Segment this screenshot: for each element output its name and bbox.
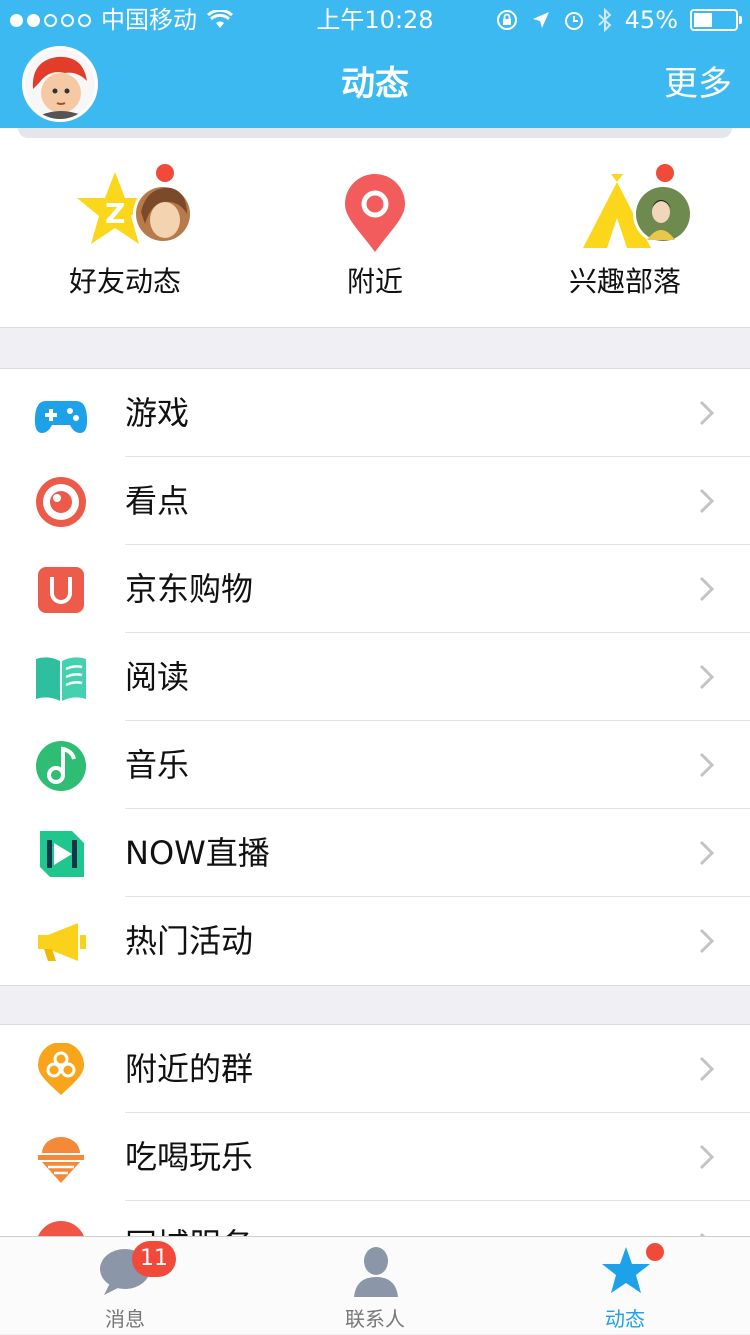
tab-label: 联系人 — [345, 1307, 405, 1331]
chevron-right-icon — [699, 840, 715, 866]
list-item-label: 附近的群 — [125, 1050, 254, 1088]
location-pin-icon — [325, 168, 425, 258]
list-item-music[interactable]: 音乐 — [0, 721, 750, 809]
nav-bar: 动态 更多 — [0, 40, 750, 128]
page-title: 动态 — [341, 64, 409, 104]
chevron-right-icon — [699, 752, 715, 778]
header: 中国移动 上午10:28 45% 动态 更多 — [0, 0, 750, 128]
list-item-reading[interactable]: 阅读 — [0, 633, 750, 721]
list-item-label: 阅读 — [125, 658, 190, 696]
list-item-label: 热门活动 — [125, 922, 254, 960]
signal-dots-icon — [10, 13, 91, 27]
shopping-bag-icon — [38, 567, 84, 613]
list-item-city-service[interactable]: 同城服务 — [0, 1201, 750, 1236]
bluetooth-icon — [597, 8, 612, 32]
list-item-food-fun[interactable]: 吃喝玩乐 — [0, 1113, 750, 1201]
tab-messages[interactable]: 11 消息 — [0, 1237, 250, 1335]
wifi-icon — [207, 10, 233, 28]
chevron-right-icon — [699, 488, 715, 514]
list-item-label: 音乐 — [125, 746, 190, 784]
chevron-right-icon — [699, 1056, 715, 1082]
gamepad-icon — [34, 401, 88, 433]
now-live-icon — [40, 831, 84, 877]
list-item-label: 京东购物 — [125, 570, 254, 608]
status-bar: 中国移动 上午10:28 45% — [0, 0, 750, 40]
chevron-right-icon — [699, 400, 715, 426]
list-item-game[interactable]: 游戏 — [0, 369, 750, 457]
quick-entry-label: 兴趣部落 — [568, 265, 681, 298]
star-icon — [602, 1247, 650, 1293]
icecream-icon — [38, 1137, 84, 1183]
quick-entry-interest-tribe[interactable]: 兴趣部落 — [500, 164, 750, 308]
feed-tab-dot — [646, 1243, 664, 1261]
quick-entry-label: 附近 — [346, 265, 403, 298]
list-item-label: 同城服务 — [125, 1201, 253, 1236]
list-item-label: 游戏 — [125, 394, 190, 432]
chevron-right-icon — [699, 664, 715, 690]
header-shadow — [18, 128, 732, 138]
city-service-icon — [38, 1221, 84, 1236]
chevron-right-icon — [699, 1144, 715, 1170]
list-item-nearby-groups[interactable]: 附近的群 — [0, 1025, 750, 1113]
friends-feed-dot — [156, 164, 174, 182]
list-item-label: NOW直播 — [125, 834, 270, 872]
avatar-illustration — [25, 49, 95, 119]
service-list: 游戏 看点 京东购物 阅读 音乐 NOW直播 热门活动 — [0, 368, 750, 986]
music-icon — [36, 741, 86, 791]
battery-icon — [690, 9, 742, 31]
location-icon — [532, 12, 549, 28]
contact-person-icon — [354, 1247, 398, 1297]
tent-icon — [575, 168, 693, 258]
alarm-icon — [564, 12, 583, 30]
quick-entry-nearby[interactable]: 附近 — [250, 168, 500, 308]
qzone-star-icon: Z — [75, 168, 193, 258]
battery-percent: 45% — [624, 6, 678, 34]
tab-contacts[interactable]: 联系人 — [250, 1237, 500, 1335]
list-item-label: 看点 — [125, 482, 190, 520]
book-icon — [36, 657, 86, 701]
chevron-right-icon — [699, 576, 715, 602]
list-item-kandian[interactable]: 看点 — [0, 457, 750, 545]
tab-label: 消息 — [105, 1307, 145, 1331]
group-pin-icon — [38, 1043, 84, 1095]
list-item-label: 吃喝玩乐 — [125, 1138, 254, 1176]
quick-entries: Z 好友动态 附近 兴趣部落 — [0, 128, 750, 328]
tab-label: 动态 — [605, 1307, 645, 1331]
tab-bar: 11 消息 联系人 动态 — [0, 1236, 750, 1334]
list-item-jd-shopping[interactable]: 京东购物 — [0, 545, 750, 633]
interest-tribe-dot — [656, 164, 674, 182]
list-item-now-live[interactable]: NOW直播 — [0, 809, 750, 897]
more-button[interactable]: 更多 — [664, 40, 732, 128]
chevron-right-icon — [699, 928, 715, 954]
eye-icon — [36, 477, 86, 527]
quick-entry-friends-feed[interactable]: Z 好友动态 — [0, 164, 250, 308]
megaphone-icon — [38, 923, 86, 961]
svg-text:Z: Z — [105, 197, 125, 230]
orientation-lock-icon — [496, 10, 517, 30]
unread-badge: 11 — [132, 1241, 176, 1277]
list-item-hot-events[interactable]: 热门活动 — [0, 897, 750, 985]
quick-entry-label: 好友动态 — [68, 265, 181, 298]
carrier-name: 中国移动 — [101, 6, 197, 34]
tab-feed[interactable]: 动态 — [500, 1237, 750, 1335]
user-avatar[interactable] — [22, 46, 98, 122]
local-service-list: 附近的群 吃喝玩乐 同城服务 — [0, 1024, 750, 1236]
